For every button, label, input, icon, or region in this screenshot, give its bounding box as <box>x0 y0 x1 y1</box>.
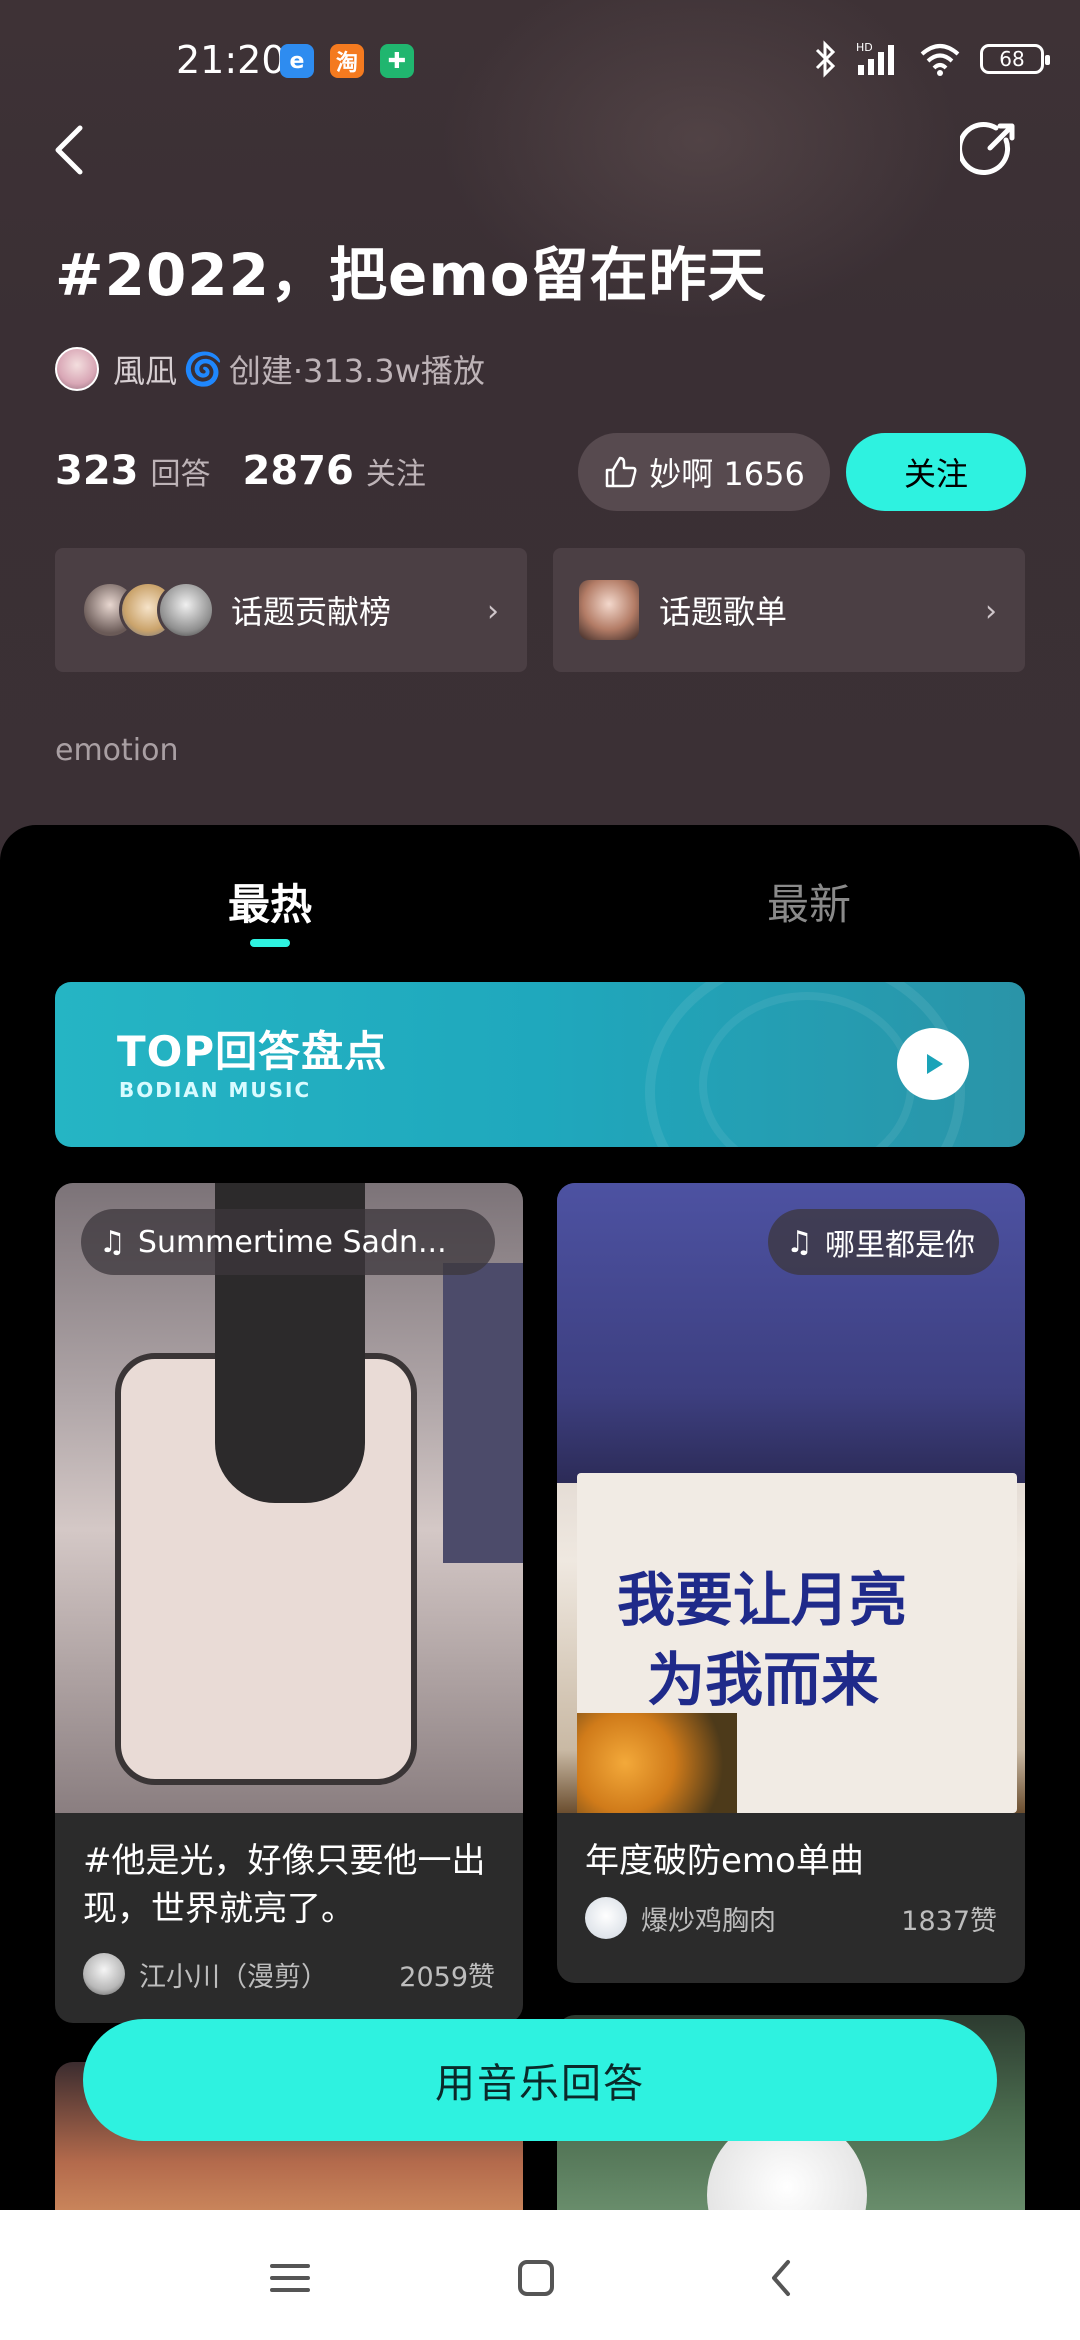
topic-stats: 323 回答 2876 关注 <box>55 448 458 494</box>
playlist-cover <box>579 580 639 640</box>
tab-new[interactable]: 最新 <box>767 871 851 932</box>
answer-footer: 江小川（漫剪） 2059赞 <box>83 1953 495 1995</box>
play-button[interactable] <box>897 1028 969 1100</box>
music-note-icon: ♫ <box>99 1224 126 1260</box>
tab-hot[interactable]: 最热 <box>228 871 312 932</box>
cover-handwriting: 我要让月亮 <box>617 1566 908 1634</box>
topic-playlist-card[interactable]: 话题歌单 › <box>553 548 1025 672</box>
song-tag[interactable]: ♫ 哪里都是你 <box>768 1209 999 1275</box>
answer-cover-image <box>55 1183 523 1813</box>
answers-count: 323 <box>55 448 139 494</box>
bluetooth-icon <box>815 40 836 78</box>
creator-avatar[interactable] <box>55 347 99 391</box>
like-topic-label: 妙啊 1656 <box>649 455 805 493</box>
answer-footer: 爆炒鸡胸肉 1837赞 <box>585 1897 997 1939</box>
song-tag[interactable]: ♫ Summertime Sadn... <box>81 1209 495 1275</box>
contributor-avatars <box>81 581 215 639</box>
answer-with-music-button[interactable]: 用音乐回答 <box>83 2019 997 2141</box>
author-name[interactable]: 江小川（漫剪） <box>139 1955 399 1994</box>
active-tab-indicator <box>250 939 290 947</box>
menu-icon[interactable] <box>260 2248 320 2308</box>
battery-indicator: 68 <box>980 44 1050 74</box>
svg-text:HD: HD <box>856 41 873 54</box>
cover-notebook: 我要让月亮 为我而来 <box>577 1473 1017 1813</box>
answers-panel: 最热 最新 TOP回答盘点 BODIAN MUSIC ♫ Summertime … <box>0 825 1080 2210</box>
play-icon <box>927 1054 943 1074</box>
followers-label: 关注 <box>365 457 426 492</box>
banner-subtitle: BODIAN MUSIC <box>119 1078 312 1102</box>
back-arrow-icon[interactable] <box>50 120 90 180</box>
answer-description: 年度破防emo单曲 <box>585 1841 864 1881</box>
home-icon[interactable] <box>506 2248 566 2308</box>
wifi-icon <box>920 44 960 76</box>
topic-playlist-label: 话题歌单 <box>659 593 788 631</box>
answer-card[interactable]: ♫ Summertime Sadn... #他是光，好像只要他一出现，世界就亮了… <box>55 1183 523 2023</box>
status-bar: 21:20 e 淘 ✚ HD 68 <box>0 0 1080 125</box>
answer-card[interactable]: 我要让月亮 为我而来 ♫ 哪里都是你 年度破防emo单曲 爆炒鸡胸肉 1837赞 <box>557 1183 1025 1983</box>
avatar[interactable] <box>585 1897 627 1939</box>
creator-row[interactable]: 風凪 🌀 创建·313.3w播放 <box>55 346 485 392</box>
taobao-icon: 淘 <box>330 44 364 78</box>
cover-handwriting: 为我而来 <box>647 1646 880 1714</box>
back-icon[interactable] <box>752 2248 812 2308</box>
status-time: 21:20 <box>176 38 286 82</box>
song-title: 哪里都是你 <box>825 1228 975 1263</box>
follow-button[interactable]: 关注 <box>846 433 1026 511</box>
share-icon[interactable] <box>960 120 1020 180</box>
topic-title: #2022，把emo留在昨天 <box>55 241 767 309</box>
like-count[interactable]: 1837赞 <box>901 1899 997 1938</box>
author-name[interactable]: 爆炒鸡胸肉 <box>641 1899 901 1938</box>
contributor-ranking-label: 话题贡献榜 <box>231 593 392 631</box>
banner-title: TOP回答盘点 <box>117 1027 388 1076</box>
answer-description: #他是光，好像只要他一出现，世界就亮了。 <box>83 1841 486 1929</box>
song-title: Summertime Sadn... <box>137 1224 447 1260</box>
chevron-right-icon: › <box>985 594 997 629</box>
topic-header-background <box>0 0 1080 860</box>
music-note-icon: ♫ <box>786 1224 813 1260</box>
contributor-ranking-card[interactable]: 话题贡献榜 › <box>55 548 527 672</box>
like-count[interactable]: 2059赞 <box>399 1955 495 1994</box>
like-topic-button[interactable]: 妙啊 1656 <box>578 433 830 511</box>
cover-flowers <box>577 1713 737 1813</box>
creator-name[interactable]: 風凪 <box>113 346 177 392</box>
e-app-icon: e <box>280 44 314 78</box>
answers-label: 回答 <box>150 457 211 492</box>
chevron-right-icon: › <box>487 594 499 629</box>
signal-icon: HD <box>856 41 894 75</box>
creator-suffix: 创建·313.3w播放 <box>228 352 485 390</box>
status-right-icons: HD 68 <box>814 40 1050 78</box>
spiral-icon: 🌀 <box>183 350 223 388</box>
system-nav-bar <box>0 2210 1080 2340</box>
topic-tag[interactable]: emotion <box>55 733 179 768</box>
top-answers-banner[interactable]: TOP回答盘点 BODIAN MUSIC <box>55 982 1025 1147</box>
answer-cover-image: 我要让月亮 为我而来 <box>557 1183 1025 1813</box>
avatar <box>157 581 215 639</box>
avatar[interactable] <box>83 1953 125 1995</box>
cover-shape <box>443 1263 523 1563</box>
followers-count: 2876 <box>242 448 354 494</box>
thumbs-up-icon <box>605 456 637 488</box>
shield-icon: ✚ <box>380 44 414 78</box>
